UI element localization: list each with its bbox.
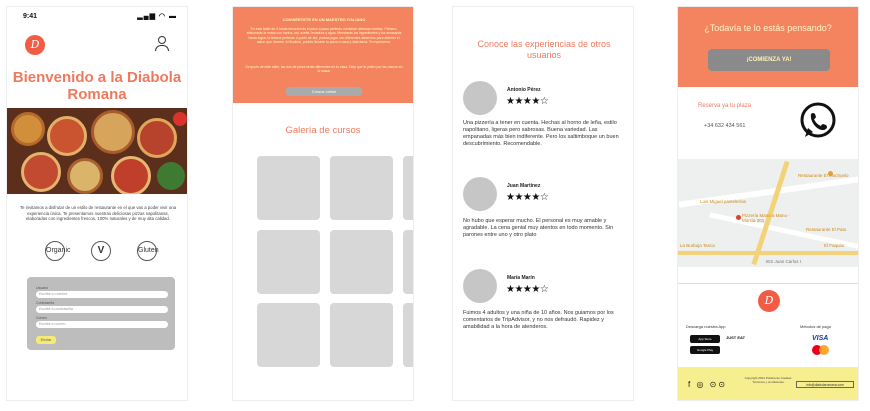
- email-link[interactable]: info@diabolaromana.com: [796, 381, 854, 388]
- intro-text: Te invitamos a disfrutar de un estilo de…: [20, 205, 176, 222]
- map-label: Luis Miguel pastelerías: [700, 199, 747, 204]
- gallery-tile[interactable]: [403, 230, 413, 294]
- gallery-tile[interactable]: [330, 303, 393, 367]
- organic-badge-icon: Organic: [45, 241, 71, 261]
- user-input[interactable]: Escribe tu nombre: [36, 291, 168, 298]
- reviewer-name: Antonio Pérez: [507, 87, 541, 93]
- reviewer-name: Juan Martínez: [507, 183, 541, 189]
- visa-icon: VISA: [812, 335, 829, 342]
- download-app-label: Descarga nuestra App: [686, 324, 726, 329]
- phone-number[interactable]: +34 632 434 561: [704, 123, 745, 129]
- avatar: [463, 81, 497, 115]
- map-label: El Faquito: [824, 243, 845, 248]
- reserve-label: Reserva ya tu plaza: [698, 103, 752, 109]
- start-now-button[interactable]: ¡COMIENZA YA!: [708, 49, 830, 71]
- map-pin-icon[interactable]: [736, 215, 741, 220]
- password-input[interactable]: Escribe tu contraseña: [36, 306, 168, 313]
- page-title: Bienvenido a la Diabola Romana: [12, 69, 182, 103]
- login-form: Usuario Escribe tu nombre Contraseña Esc…: [27, 277, 175, 350]
- footer-logo-icon[interactable]: D: [758, 290, 780, 312]
- gallery-title: Galería de cursos: [285, 125, 361, 136]
- map-label: Restaurante El Pato: [806, 227, 847, 232]
- email-input[interactable]: Escribe tu correo: [36, 321, 168, 328]
- review-text: Una pizzería a tener en cuenta. Hechas a…: [463, 120, 619, 147]
- screen-courses: CONVIÉRTETE EN UN MAESTRO ITALIANO En es…: [232, 6, 414, 401]
- user-icon[interactable]: [155, 36, 169, 52]
- mastercard-icon: [819, 345, 829, 355]
- location-map[interactable]: Restaurante El Mochuelo Luis Miguel past…: [678, 159, 858, 267]
- promo-body: En este taller de 3 horas descubrirás el…: [246, 27, 402, 45]
- screen-reviews: Conoce las experiencias de otros usuario…: [452, 6, 634, 401]
- course-promo-banner: CONVIÉRTETE EN UN MAESTRO ITALIANO En es…: [233, 7, 413, 103]
- promo-body-2: Después de este taller, las dos de pizza…: [245, 65, 403, 74]
- google-play-button[interactable]: Google Play: [690, 346, 720, 354]
- gallery-tile[interactable]: [330, 156, 393, 220]
- status-icons: ▂▄▆ ◠ ▬: [137, 13, 177, 20]
- screen-welcome: 9:41 ▂▄▆ ◠ ▬ D Bienvenido a la Diabola R…: [6, 6, 188, 401]
- password-label: Contraseña: [36, 301, 55, 305]
- copyright-text[interactable]: Copyright 2021 Política de Cookies Térmi…: [740, 376, 796, 385]
- cta-question: ¿Todavía te lo estás pensando?: [704, 23, 832, 33]
- app-store-button[interactable]: App Store: [690, 335, 720, 343]
- review-text: Fuimos 4 adultos y una niña de 10 años. …: [463, 310, 614, 330]
- gallery-tile[interactable]: [403, 303, 413, 367]
- gluten-free-badge-icon: Gluten: [137, 241, 159, 261]
- logo-icon[interactable]: D: [25, 35, 45, 55]
- gallery-tile[interactable]: [257, 230, 320, 294]
- status-bar: 9:41 ▂▄▆ ◠ ▬: [7, 7, 187, 23]
- avatar: [463, 177, 497, 211]
- user-label: Usuario: [36, 286, 49, 290]
- gallery-tile[interactable]: [257, 303, 320, 367]
- submit-button[interactable]: Enviar: [36, 336, 56, 344]
- email-label: Correo: [36, 316, 47, 320]
- gallery-tile[interactable]: [257, 156, 320, 220]
- map-label: Restaurante El Mochuelo: [798, 173, 849, 178]
- promo-title: CONVIÉRTETE EN UN MAESTRO ITALIANO: [282, 17, 366, 22]
- avatar: [463, 269, 497, 303]
- reviewer-name: María Marín: [507, 275, 535, 281]
- screen-contact: ¿Todavía te lo estás pensando? ¡COMIENZA…: [677, 6, 859, 401]
- gallery-tile[interactable]: [330, 230, 393, 294]
- online-courses-button[interactable]: Cursos online: [286, 87, 362, 96]
- vegan-badge-icon: V: [91, 241, 111, 261]
- map-label: La Burbuja Tasca: [680, 243, 715, 248]
- rating-stars: ★★★★☆: [506, 284, 549, 295]
- whatsapp-icon[interactable]: [796, 99, 840, 143]
- payment-methods-label: Métodos de pago: [800, 324, 831, 329]
- divider: [678, 283, 858, 284]
- just-eat-logo[interactable]: JUST EAT: [726, 335, 745, 340]
- rating-stars: ★★★★☆: [506, 96, 549, 107]
- reviews-title: Conoce las experiencias de otros usuario…: [477, 39, 611, 60]
- status-time: 9:41: [23, 13, 38, 20]
- map-label: IES Juan Carlos I: [766, 259, 802, 264]
- gallery-tile[interactable]: [403, 156, 413, 220]
- map-label: Pizzería Mano a Mano - Murcia 201: [742, 213, 790, 223]
- review-text: No hubo que esperar mucho. El personal e…: [463, 218, 614, 238]
- cta-banner: ¿Todavía te lo estás pensando? ¡COMIENZA…: [678, 7, 858, 87]
- rating-stars: ★★★★☆: [506, 192, 549, 203]
- social-icons[interactable]: f ◎ ⊙⊙: [688, 380, 727, 389]
- footer: f ◎ ⊙⊙ Copyright 2021 Política de Cookie…: [678, 367, 858, 400]
- hero-pizza-image: [7, 108, 187, 194]
